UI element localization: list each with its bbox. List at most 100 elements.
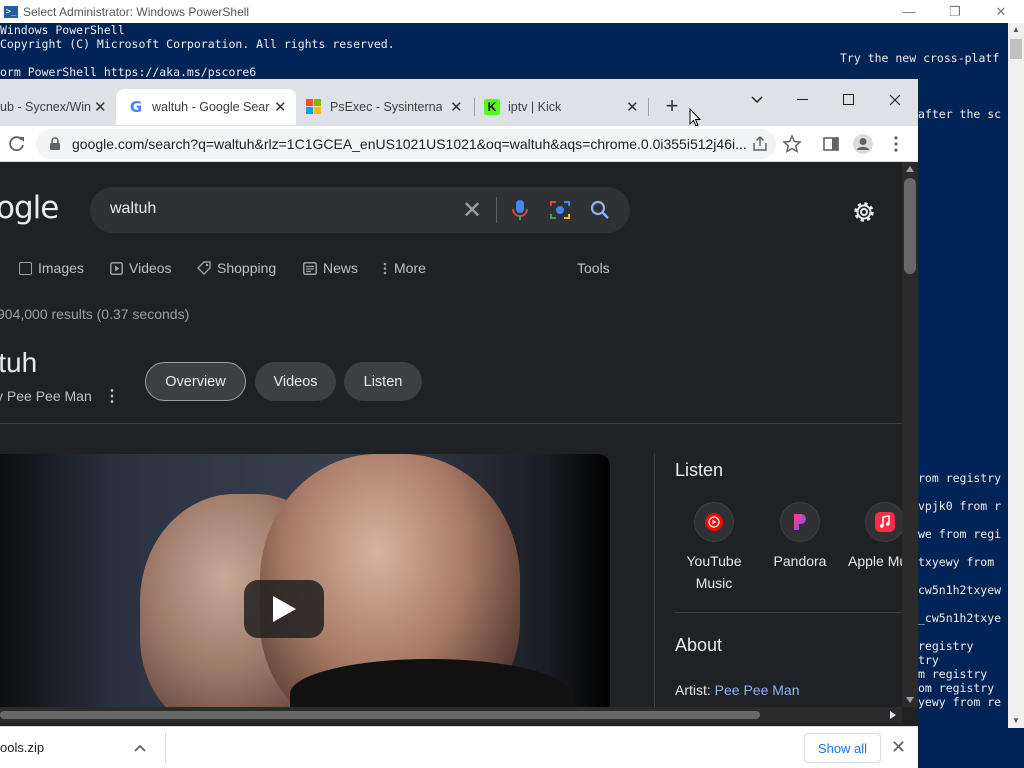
url-text[interactable]: google.com/search?q=waltuh&rlz=1C1GCEA_e… — [72, 136, 752, 152]
search-box[interactable]: waltuh ✕ — [90, 187, 630, 233]
result-stats: 904,000 results (0.37 seconds) — [0, 306, 190, 322]
download-shelf: ools.zip Show all ✕ — [0, 726, 918, 768]
filter-news[interactable]: News — [303, 260, 358, 276]
tab-psexec[interactable]: PsExec - Sysinternals ✕ — [298, 89, 474, 125]
close-button[interactable]: ✕ — [978, 0, 1024, 23]
pill-videos[interactable]: Videos — [255, 362, 336, 401]
tab-kick[interactable]: K iptv | Kick ✕ — [476, 89, 646, 125]
share-icon[interactable] — [751, 135, 769, 153]
entity-title: ltuh — [0, 347, 38, 378]
page-horizontal-scrollbar[interactable] — [0, 707, 902, 723]
tab-strip: ub - Sycnex/Win ✕ G waltuh - Google Sear… — [0, 79, 918, 127]
tab-close-icon[interactable]: ✕ — [626, 98, 639, 116]
google-logo[interactable]: ogle — [0, 190, 59, 226]
platform-youtube-music[interactable]: YouTube Music — [674, 502, 754, 594]
platform-name: Pandora — [773, 553, 827, 569]
menu-kebab-icon[interactable] — [893, 135, 899, 153]
entity-divider — [0, 423, 902, 424]
apple-music-icon — [865, 502, 902, 542]
console-fragment: m registry — [918, 667, 988, 681]
powershell-icon: >_ — [4, 5, 18, 18]
filter-videos[interactable]: Videos — [110, 260, 172, 276]
settings-gear-icon[interactable] — [850, 198, 878, 226]
filter-more[interactable]: More — [382, 260, 426, 276]
clear-search-icon[interactable]: ✕ — [462, 196, 482, 225]
show-all-button[interactable]: Show all — [804, 733, 881, 763]
tab-github[interactable]: ub - Sycnex/Win ✕ — [0, 89, 113, 125]
close-download-shelf-icon[interactable]: ✕ — [891, 737, 906, 758]
platform-apple-music[interactable]: Apple Mu — [845, 502, 902, 572]
entity-more-options-icon[interactable]: ⋮ — [104, 386, 120, 406]
filter-label: More — [394, 260, 426, 276]
google-icon: G — [129, 98, 143, 116]
listen-heading: Listen — [675, 460, 724, 480]
tab-search-button[interactable] — [734, 85, 780, 115]
address-bar[interactable]: google.com/search?q=waltuh&rlz=1C1GCEA_e… — [36, 129, 776, 159]
tab-label: iptv | Kick — [508, 100, 562, 114]
artist-link[interactable]: Pee Pee Man — [715, 682, 800, 698]
console-fragment: vpjk0 from r — [918, 499, 1002, 513]
scrollbar-thumb[interactable] — [1010, 39, 1022, 59]
profile-avatar-icon[interactable] — [852, 133, 874, 155]
tab-close-icon[interactable]: ✕ — [450, 98, 463, 116]
powershell-scrollbar[interactable]: ▲ ▼ — [1008, 23, 1024, 728]
filter-label: Shopping — [217, 260, 277, 276]
scroll-up-arrow-icon[interactable] — [906, 166, 914, 172]
scroll-up-arrow-icon[interactable]: ▲ — [1008, 23, 1024, 37]
tab-close-icon[interactable]: ✕ — [94, 98, 107, 116]
scroll-right-arrow-icon[interactable] — [890, 711, 896, 719]
page-vertical-scrollbar[interactable] — [902, 162, 918, 707]
minimize-icon — [797, 99, 808, 100]
reload-icon[interactable] — [8, 135, 26, 153]
chrome-close-button[interactable] — [872, 85, 918, 115]
image-search-lens-icon[interactable] — [549, 199, 571, 221]
tab-google-search[interactable]: G waltuh - Google Sear ✕ — [116, 89, 296, 125]
filter-shopping[interactable]: Shopping — [197, 260, 276, 276]
minimize-button[interactable]: — — [886, 0, 932, 23]
scroll-down-arrow-icon[interactable] — [906, 697, 914, 703]
more-kebab-icon — [383, 262, 387, 274]
platform-pandora[interactable]: Pandora — [760, 502, 840, 572]
console-fragment: _cw5n1h2txye — [918, 611, 1002, 625]
image-icon — [19, 261, 32, 275]
chevron-up-icon[interactable] — [134, 744, 146, 752]
chrome-window: ub - Sycnex/Win ✕ G waltuh - Google Sear… — [0, 79, 918, 768]
bookmark-star-icon[interactable] — [782, 134, 802, 154]
maximize-button[interactable]: ❐ — [932, 0, 978, 23]
console-fragment: om registry — [918, 681, 995, 695]
voice-search-icon[interactable] — [511, 199, 529, 221]
tab-label: PsExec - Sysinternals — [330, 100, 442, 114]
about-heading: About — [675, 635, 723, 655]
powershell-window-controls: — ❐ ✕ — [886, 0, 1024, 23]
tab-label: waltuh - Google Sear — [152, 100, 270, 114]
scrollbar-thumb[interactable] — [0, 711, 760, 719]
powershell-titlebar[interactable]: >_ Select Administrator: Windows PowerSh… — [0, 0, 1024, 23]
chrome-maximize-button[interactable] — [826, 85, 872, 115]
video-thumbnail[interactable] — [0, 454, 610, 707]
pill-overview[interactable]: Overview — [145, 362, 246, 401]
artist-label: Artist: — [675, 682, 711, 698]
play-button[interactable] — [244, 580, 324, 638]
scroll-down-arrow-icon[interactable]: ▼ — [1008, 714, 1024, 728]
chrome-toolbar: google.com/search?q=waltuh&rlz=1C1GCEA_e… — [0, 126, 918, 162]
pill-listen[interactable]: Listen — [344, 362, 422, 401]
platform-name: Music — [695, 575, 733, 591]
tab-close-icon[interactable]: ✕ — [274, 98, 287, 116]
console-line: orm PowerShell https://aka.ms/pscore6 — [0, 65, 257, 79]
filter-label: News — [323, 260, 359, 276]
filter-images[interactable]: Images — [19, 260, 84, 276]
download-filename[interactable]: ools.zip — [0, 740, 44, 755]
side-panel-icon[interactable] — [822, 135, 840, 153]
console-fragment: txyewy from — [918, 555, 995, 569]
play-icon — [273, 596, 296, 622]
platform-name: Apple Mu — [848, 553, 902, 569]
filter-tools[interactable]: Tools — [577, 260, 610, 276]
new-tab-button[interactable]: + — [660, 95, 684, 119]
scrollbar-thumb[interactable] — [904, 178, 916, 274]
search-divider — [496, 197, 497, 223]
search-input[interactable]: waltuh — [110, 200, 156, 218]
search-icon[interactable] — [590, 200, 610, 220]
console-line: Copyright (C) Microsoft Corporation. All… — [0, 37, 395, 51]
chrome-minimize-button[interactable] — [780, 85, 826, 115]
lock-icon[interactable] — [49, 137, 61, 151]
